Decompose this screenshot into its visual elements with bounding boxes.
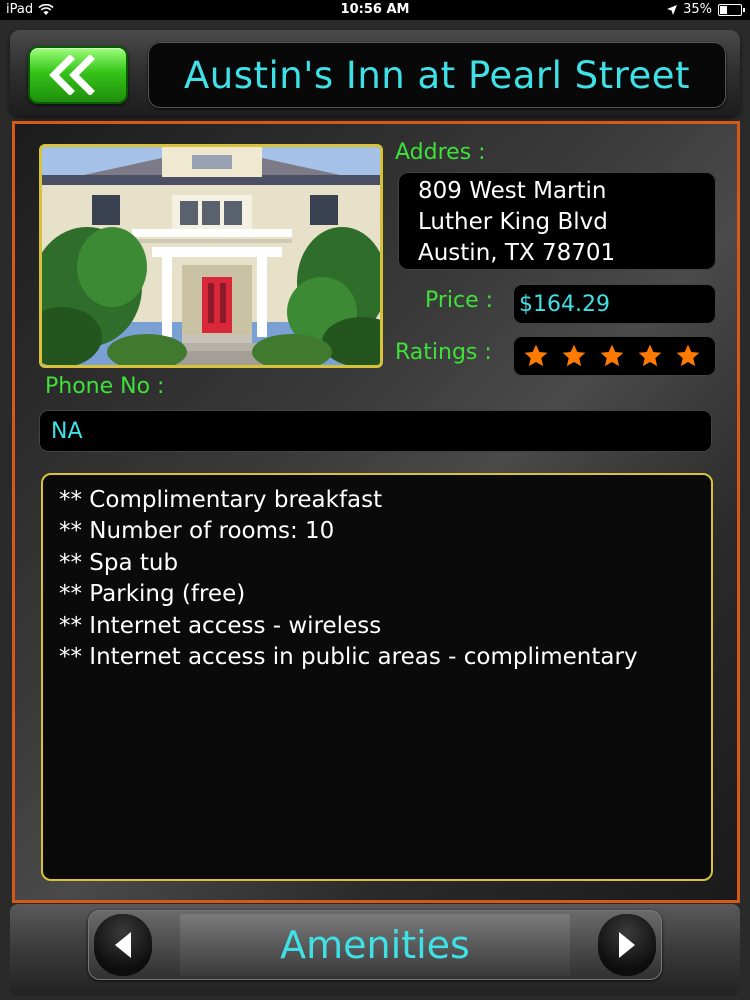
page-title: Austin's Inn at Pearl Street (183, 53, 691, 97)
list-item: ** Spa tub (59, 549, 179, 576)
list-item: ** Number of rooms: 10 (59, 518, 335, 545)
star-icon (638, 344, 662, 367)
list-item: ** Complimentary breakfast (59, 487, 383, 513)
triangle-left-icon (115, 932, 131, 958)
star-icon (600, 344, 624, 367)
back-button[interactable] (28, 46, 128, 104)
footer-bar: Amenities (10, 904, 740, 996)
section-navigator: Amenities (88, 910, 662, 980)
list-item: ** Internet access - wireless (59, 612, 382, 639)
address-line-3: Austin, TX 78701 (418, 240, 616, 266)
phone-label: Phone No : (45, 374, 165, 399)
price-label: Price : (425, 288, 494, 313)
star-icon (524, 344, 548, 367)
phone-box: NA (39, 410, 712, 452)
clock: 10:56 AM (340, 2, 410, 17)
address-line-2: Luther King Blvd (418, 209, 608, 235)
list-item: ** Internet access in public areas - com… (59, 644, 638, 671)
battery-icon (718, 3, 745, 16)
star-icon (676, 344, 700, 367)
header-bar: Austin's Inn at Pearl Street (10, 30, 740, 116)
hotel-photo-image (42, 147, 380, 365)
star-icon (562, 344, 586, 367)
section-title-box: Amenities (180, 914, 570, 976)
rating-stars (513, 336, 716, 376)
price-box: $164.29 (513, 284, 716, 324)
address-box: 809 West Martin Luther King Blvd Austin,… (398, 172, 716, 270)
section-title: Amenities (280, 923, 470, 967)
address-line-1: 809 West Martin (418, 178, 607, 204)
list-item: ** Parking (free) (59, 581, 246, 608)
price-value: $164.29 (519, 291, 610, 317)
next-section-button[interactable] (598, 914, 656, 976)
hotel-detail-panel: Addres : 809 West Martin Luther King Blv… (12, 121, 740, 903)
double-chevron-left-icon (49, 55, 95, 95)
address-label: Addres : (395, 140, 486, 165)
amenities-list[interactable]: ** Complimentary breakfast ** Number of … (41, 473, 713, 881)
triangle-right-icon (619, 932, 635, 958)
location-arrow-icon (667, 4, 678, 15)
phone-value: NA (51, 418, 83, 444)
status-bar: iPad 10:56 AM 35% (0, 0, 750, 20)
hotel-photo (39, 144, 383, 368)
battery-percent: 35% (683, 2, 712, 17)
ratings-label: Ratings : (395, 340, 492, 365)
title-box: Austin's Inn at Pearl Street (148, 42, 726, 108)
previous-section-button[interactable] (94, 914, 152, 976)
